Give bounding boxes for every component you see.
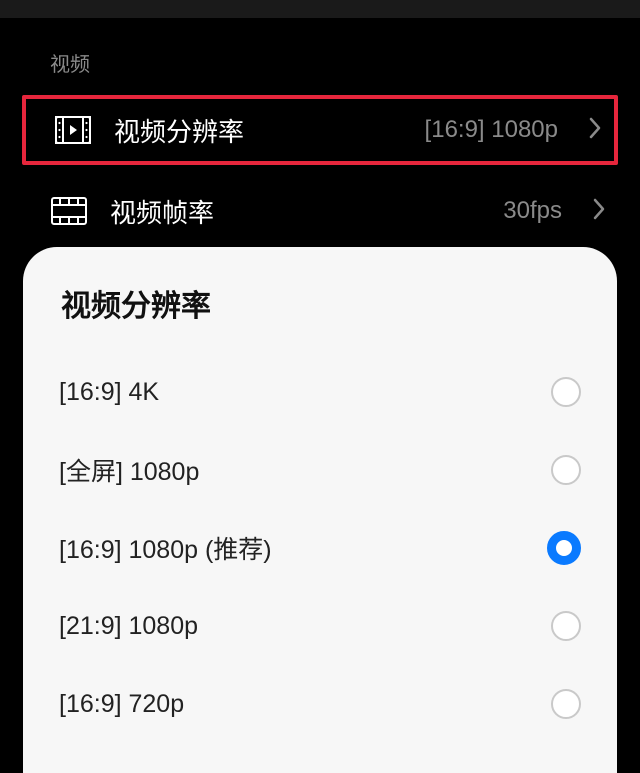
- setting-value: 30fps: [503, 197, 562, 225]
- radio-unselected-icon[interactable]: [551, 377, 581, 407]
- setting-value: [16:9] 1080p: [425, 116, 558, 144]
- section-label-video: 视频: [0, 18, 640, 95]
- video-resolution-icon: [54, 115, 92, 145]
- setting-row-resolution[interactable]: 视频分辨率 [16:9] 1080p: [22, 95, 618, 165]
- chevron-right-icon: [592, 198, 606, 225]
- resolution-option[interactable]: [全屏] 1080p: [59, 431, 581, 509]
- resolution-option[interactable]: [16:9] 1080p (推荐): [59, 509, 581, 587]
- sheet-title: 视频分辨率: [59, 281, 581, 325]
- chevron-right-icon: [588, 117, 602, 144]
- option-label: [21:9] 1080p: [59, 612, 198, 641]
- resolution-picker-sheet: 视频分辨率 [16:9] 4K [全屏] 1080p [16:9] 1080p (推…: [23, 247, 617, 773]
- setting-label: 视频分辨率: [114, 112, 403, 149]
- resolution-option[interactable]: [16:9] 720p: [59, 665, 581, 743]
- option-label: [16:9] 1080p (推荐): [59, 530, 272, 566]
- resolution-option[interactable]: [21:9] 1080p: [59, 587, 581, 665]
- radio-selected-icon[interactable]: [547, 531, 581, 565]
- setting-row-fps[interactable]: 视频帧率 30fps: [0, 173, 640, 249]
- radio-unselected-icon[interactable]: [551, 455, 581, 485]
- option-label: [16:9] 4K: [59, 378, 159, 407]
- option-label: [全屏] 1080p: [59, 452, 199, 488]
- resolution-option[interactable]: [16:9] 4K: [59, 353, 581, 431]
- radio-unselected-icon[interactable]: [551, 611, 581, 641]
- video-fps-icon: [50, 196, 88, 226]
- radio-unselected-icon[interactable]: [551, 689, 581, 719]
- option-label: [16:9] 720p: [59, 690, 184, 719]
- setting-label: 视频帧率: [110, 193, 481, 230]
- status-bar: [0, 0, 640, 18]
